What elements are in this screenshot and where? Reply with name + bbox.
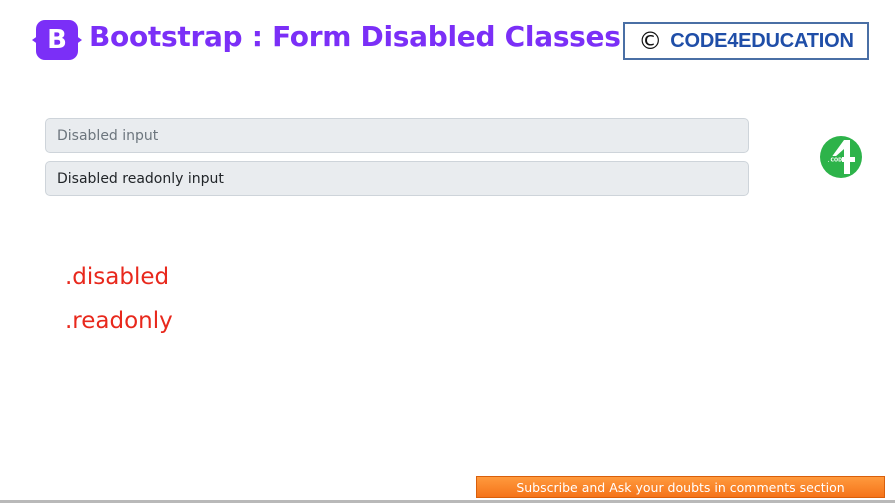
copyright-icon: ©: [638, 27, 663, 55]
bootstrap-logo-letter: B: [47, 25, 67, 55]
subscribe-banner: Subscribe and Ask your doubts in comment…: [476, 476, 885, 498]
class-readonly-label: .readonly: [65, 308, 173, 334]
page-title: Bootstrap : Form Disabled Classes: [89, 20, 621, 53]
brand-watermark: © CODE4EDUCATION: [623, 22, 869, 60]
disabled-readonly-input: [45, 161, 749, 196]
code4education-logo-icon: CODE: [820, 136, 862, 178]
brand-name: CODE4EDUCATION: [670, 29, 854, 52]
disabled-input: [45, 118, 749, 153]
class-disabled-label: .disabled: [65, 264, 170, 290]
logo-caption: CODE: [831, 158, 846, 164]
bootstrap-logo-icon: B: [36, 20, 78, 60]
